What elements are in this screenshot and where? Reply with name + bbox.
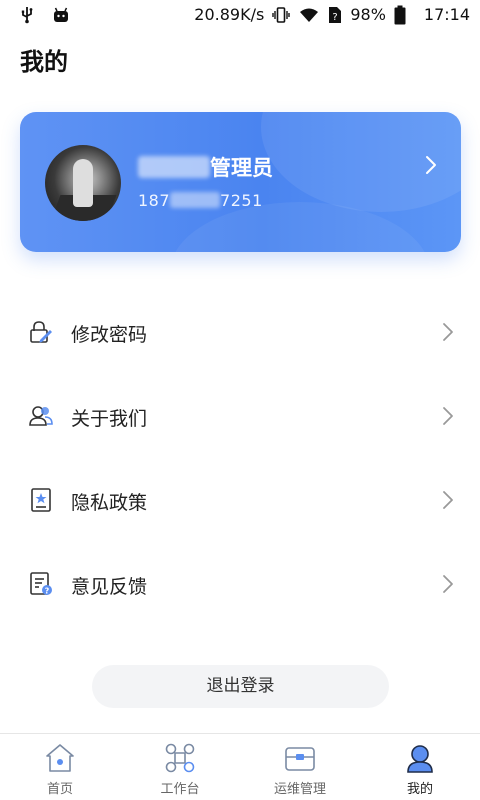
menu-item-label: 隐私政策 [71, 492, 148, 514]
chevron-right-icon [443, 407, 453, 425]
nav-item-label: 我的 [406, 782, 433, 797]
network-speed: 20.89K/s [194, 5, 265, 24]
phone-prefix: 187 [138, 191, 171, 210]
menu-item-privacy-policy[interactable]: 隐私政策 [0, 469, 480, 529]
clock: 17:14 [423, 5, 470, 24]
bottom-nav: 首页 工作台 运维管理 我的 [0, 733, 480, 800]
chevron-right-icon [426, 156, 436, 174]
user-name: 管理员 [138, 152, 273, 182]
name-redaction [138, 156, 210, 178]
avatar[interactable] [45, 145, 121, 221]
nav-item-workbench[interactable]: 工作台 [120, 734, 240, 800]
android-icon [54, 7, 68, 22]
menu-item-feedback[interactable]: ? 意见反馈 [0, 553, 480, 613]
profile-card[interactable]: 管理员 187 7251 [20, 112, 461, 252]
nav-item-ops[interactable]: 运维管理 [240, 734, 360, 800]
menu-item-change-password[interactable]: 修改密码 [0, 301, 480, 361]
menu-item-label: 关于我们 [71, 408, 148, 430]
nav-item-home[interactable]: 首页 [0, 734, 120, 800]
feedback-icon: ? [30, 572, 52, 596]
phone-suffix: 7251 [220, 191, 263, 210]
edit-lock-icon [30, 321, 52, 343]
chevron-right-icon [443, 323, 453, 341]
menu-item-label: 意见反馈 [71, 576, 148, 598]
menu-item-label: 修改密码 [71, 324, 148, 346]
battery-percent: 98% [350, 5, 386, 24]
battery-icon [394, 5, 406, 25]
nav-item-mine[interactable]: 我的 [360, 734, 480, 800]
page-title: 我的 [20, 48, 68, 76]
no-sim-icon: ? [329, 7, 342, 23]
privacy-doc-icon [31, 488, 51, 512]
status-bar-left [18, 6, 70, 24]
vibrate-icon [272, 7, 291, 23]
profile-icon [407, 745, 433, 773]
svg-text:?: ? [45, 587, 50, 596]
wifi-icon [300, 8, 319, 22]
chevron-right-icon [443, 491, 453, 509]
user-phone: 187 7251 [138, 191, 263, 210]
menu-item-about-us[interactable]: 关于我们 [0, 385, 480, 445]
usb-icon [21, 7, 33, 24]
nav-item-label: 工作台 [160, 782, 200, 797]
workbench-icon [165, 743, 195, 773]
avatar-figure [73, 159, 93, 207]
user-name-text: 管理员 [210, 156, 273, 180]
status-bar: 20.89K/s ? 98% 17:14 [0, 0, 480, 32]
nav-item-label: 运维管理 [273, 782, 326, 797]
ops-icon [285, 747, 315, 771]
users-icon [29, 406, 53, 426]
svg-text:?: ? [333, 12, 338, 23]
phone-redaction [170, 192, 221, 208]
nav-item-label: 首页 [46, 782, 73, 797]
status-bar-right: 20.89K/s ? 98% 17:14 [194, 5, 470, 25]
home-icon [46, 744, 74, 772]
logout-button[interactable]: 退出登录 [92, 665, 389, 708]
chevron-right-icon [443, 575, 453, 593]
